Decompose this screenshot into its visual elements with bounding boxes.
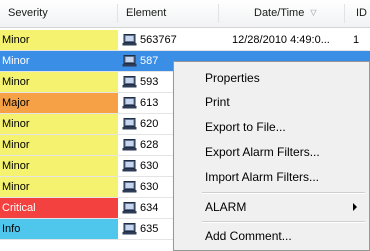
column-header-severity[interactable]: Severity xyxy=(8,0,48,27)
sort-descending-icon: ▽ xyxy=(310,8,317,17)
element-cell: 563767 xyxy=(140,34,177,46)
id-cell: 1 xyxy=(353,34,360,46)
datetime-cell: 12/28/2010 4:49:0... xyxy=(232,34,330,46)
severity-cell: Minor xyxy=(0,135,118,155)
column-header-element[interactable]: Element xyxy=(126,0,166,27)
column-header-id[interactable]: ID xyxy=(356,0,367,27)
element-cell: 635 xyxy=(140,223,159,235)
element-cell: 634 xyxy=(140,202,159,214)
menu-item-label: Properties xyxy=(205,71,260,85)
network-element-icon xyxy=(122,223,137,235)
menu-item-import-alarm-filters[interactable]: Import Alarm Filters... xyxy=(174,165,369,189)
severity-cell: Major xyxy=(0,93,118,113)
menu-item-export-alarm-filters[interactable]: Export Alarm Filters... xyxy=(174,140,369,164)
severity-cell: Minor xyxy=(0,51,118,71)
element-cell: 587 xyxy=(140,55,159,67)
column-divider[interactable] xyxy=(117,4,118,23)
menu-item-label: Print xyxy=(205,95,230,109)
menu-separator xyxy=(202,221,365,223)
column-header-datetime[interactable]: Date/Time ▽ xyxy=(254,0,316,27)
element-cell: 628 xyxy=(140,139,159,151)
severity-cell: Minor xyxy=(0,156,118,176)
menu-item-label: Export Alarm Filters... xyxy=(205,145,320,159)
menu-item-print[interactable]: Print xyxy=(174,90,369,114)
grid-header: Severity Element Date/Time ▽ ID xyxy=(0,0,370,28)
menu-item-alarm-submenu[interactable]: ALARM xyxy=(174,195,369,219)
element-cell: 630 xyxy=(140,160,159,172)
context-menu: Properties Print Export to File... Expor… xyxy=(173,61,370,251)
severity-cell: Minor xyxy=(0,72,118,92)
menu-item-add-comment[interactable]: Add Comment... xyxy=(174,224,369,248)
network-element-icon xyxy=(122,97,137,109)
element-cell: 630 xyxy=(140,181,159,193)
table-row[interactable]: Minor 563767 12/28/2010 4:49:0... 1 xyxy=(0,30,370,51)
network-element-icon xyxy=(122,55,137,67)
severity-cell: Minor xyxy=(0,114,118,134)
network-element-icon xyxy=(122,202,137,214)
element-cell: 613 xyxy=(140,97,159,109)
severity-cell: Minor xyxy=(0,30,118,50)
network-element-icon xyxy=(122,34,137,46)
network-element-icon xyxy=(122,181,137,193)
network-element-icon xyxy=(122,118,137,130)
menu-item-label: Import Alarm Filters... xyxy=(205,170,320,184)
element-cell: 620 xyxy=(140,118,159,130)
menu-item-label: Export to File... xyxy=(205,120,286,134)
network-element-icon xyxy=(122,76,137,88)
menu-separator xyxy=(202,192,365,194)
menu-item-label: Add Comment... xyxy=(205,229,292,243)
column-header-datetime-label: Date/Time xyxy=(254,7,305,19)
column-divider[interactable] xyxy=(218,4,219,23)
severity-cell: Info xyxy=(0,219,118,239)
element-cell: 593 xyxy=(140,76,159,88)
severity-cell: Critical xyxy=(0,198,118,218)
submenu-arrow-icon xyxy=(353,203,357,211)
column-divider[interactable] xyxy=(344,4,345,23)
severity-cell: Minor xyxy=(0,177,118,197)
menu-item-properties[interactable]: Properties xyxy=(174,66,369,90)
menu-item-label: ALARM xyxy=(205,200,247,214)
network-element-icon xyxy=(122,160,137,172)
network-element-icon xyxy=(122,139,137,151)
menu-item-export-to-file[interactable]: Export to File... xyxy=(174,115,369,139)
